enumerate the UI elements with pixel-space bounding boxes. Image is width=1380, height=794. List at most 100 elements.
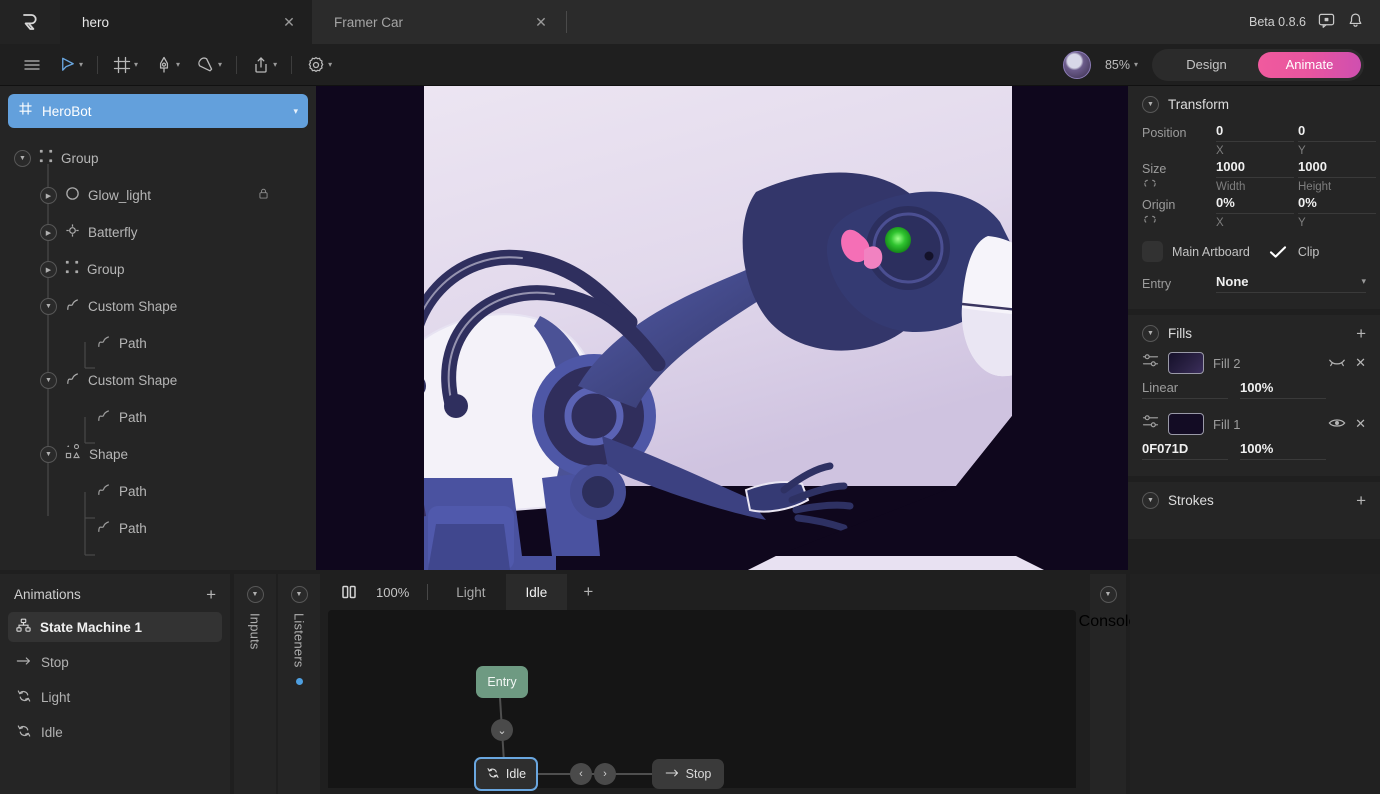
layer-row[interactable]: Path	[0, 510, 316, 547]
zoom-control[interactable]: 85% ▾	[1105, 58, 1138, 72]
width-input[interactable]: 1000	[1216, 159, 1294, 178]
console-rail[interactable]: ▼ Console	[1090, 574, 1126, 794]
chevron-down-icon[interactable]: ▼	[40, 372, 57, 389]
chevron-down-icon[interactable]: ▾	[79, 60, 83, 69]
lock-icon[interactable]	[257, 187, 270, 205]
comment-icon[interactable]	[1318, 12, 1335, 32]
rive-logo[interactable]	[0, 0, 60, 44]
animation-item-state-machine-1[interactable]: State Machine 1	[8, 612, 222, 642]
menu-icon[interactable]	[14, 55, 50, 75]
fills-header[interactable]: ▼ Fills +	[1142, 325, 1366, 342]
animation-item-idle[interactable]: Idle	[8, 717, 222, 747]
pencil-tool-icon[interactable]: ▾	[188, 55, 230, 75]
entry-dropdown[interactable]: None ▾	[1216, 274, 1366, 293]
avatar[interactable]	[1063, 51, 1091, 79]
fill-swatch[interactable]	[1168, 413, 1204, 435]
add-stroke-button[interactable]: +	[1356, 492, 1366, 509]
add-animation-button[interactable]: +	[206, 586, 216, 603]
chevron-down-icon[interactable]: ▾	[218, 60, 222, 69]
remove-fill-icon[interactable]: ✕	[1355, 416, 1366, 432]
clip-checkbox[interactable]	[1268, 241, 1289, 262]
fill-settings-icon[interactable]	[1142, 353, 1159, 373]
chevron-right-icon[interactable]: ▶	[40, 261, 57, 278]
fill-opacity[interactable]: 100%	[1240, 441, 1326, 460]
chevron-down-icon[interactable]: ▼	[247, 586, 264, 603]
fill-opacity[interactable]: 100%	[1240, 380, 1326, 399]
layer-row[interactable]: Path	[0, 399, 316, 436]
chevron-down-icon[interactable]: ▾	[273, 60, 277, 69]
fill-item[interactable]: Fill 2 ✕	[1142, 352, 1366, 374]
transition-knob-entry-idle[interactable]: ⌄	[491, 719, 513, 741]
state-node-idle[interactable]: Idle	[474, 757, 538, 791]
tab-framer-car[interactable]: Framer Car ✕	[312, 0, 564, 44]
close-icon[interactable]: ✕	[280, 13, 298, 31]
chevron-down-icon[interactable]: ▾	[293, 106, 298, 117]
chevron-down-icon[interactable]: ▾	[328, 60, 332, 69]
height-input[interactable]: 1000	[1298, 159, 1376, 178]
tab-design[interactable]: Design	[1155, 52, 1258, 78]
transition-knob-left[interactable]: ‹	[570, 763, 592, 785]
fill-swatch[interactable]	[1168, 352, 1204, 374]
inputs-rail[interactable]: ▼ Inputs	[234, 574, 276, 794]
artboard-tool-icon[interactable]: ▾	[104, 55, 146, 75]
chevron-right-icon[interactable]: ▶	[40, 224, 57, 241]
chevron-down-icon[interactable]: ▼	[1142, 325, 1159, 342]
chevron-down-icon[interactable]: ▼	[40, 298, 57, 315]
add-state-machine-tab[interactable]: +	[567, 582, 609, 602]
fill-item[interactable]: Fill 1 ✕	[1142, 413, 1366, 435]
fill-hex[interactable]: 0F071D	[1142, 441, 1228, 460]
layer-row[interactable]: Path	[0, 473, 316, 510]
close-icon[interactable]: ✕	[532, 13, 550, 31]
position-y-input[interactable]: 0	[1298, 123, 1376, 142]
listeners-rail[interactable]: ▼ Listeners	[278, 574, 320, 794]
position-x-input[interactable]: 0	[1216, 123, 1294, 142]
export-icon[interactable]: ▾	[243, 55, 285, 75]
layer-row[interactable]: ▼ Custom Shape	[0, 288, 316, 325]
state-machine-zoom[interactable]: 100%	[366, 585, 419, 600]
layer-row[interactable]: Path	[0, 325, 316, 362]
add-fill-button[interactable]: +	[1356, 325, 1366, 342]
chevron-down-icon[interactable]: ▾	[1134, 60, 1138, 69]
settings-gear-icon[interactable]: ▾	[298, 55, 340, 75]
remove-fill-icon[interactable]: ✕	[1355, 355, 1366, 371]
layer-row[interactable]: ▼ Shape	[0, 436, 316, 473]
bell-icon[interactable]	[1347, 12, 1364, 32]
transition-knob-right[interactable]: ›	[594, 763, 616, 785]
origin-x-input[interactable]: 0%	[1216, 195, 1294, 214]
state-node-stop[interactable]: Stop	[652, 759, 724, 789]
chevron-down-icon[interactable]: ▾	[176, 60, 180, 69]
origin-y-input[interactable]: 0%	[1298, 195, 1376, 214]
transform-header[interactable]: ▼ Transform	[1142, 96, 1366, 113]
layer-row[interactable]: ▼ Group	[0, 140, 316, 177]
tab-light[interactable]: Light	[436, 574, 505, 610]
pen-tool-icon[interactable]: ▾	[146, 55, 188, 75]
chevron-down-icon[interactable]: ▾	[134, 60, 138, 69]
state-machine-graph[interactable]: ⌄ Entry Idle ‹ ›	[328, 610, 1076, 788]
chevron-right-icon[interactable]: ▶	[40, 187, 57, 204]
chevron-down-icon[interactable]: ▼	[40, 446, 57, 463]
chevron-down-icon[interactable]: ▾	[1361, 276, 1366, 287]
chevron-down-icon[interactable]: ▼	[291, 586, 308, 603]
eye-closed-icon[interactable]	[1328, 356, 1346, 371]
canvas-artboard[interactable]	[316, 86, 1128, 570]
animation-item-stop[interactable]: Stop	[8, 647, 222, 677]
chevron-down-icon[interactable]: ▼	[14, 150, 31, 167]
link-icon[interactable]	[1142, 177, 1216, 193]
main-artboard-checkbox[interactable]	[1142, 241, 1163, 262]
state-node-entry[interactable]: Entry	[476, 666, 528, 698]
layer-row[interactable]: ▶ Batterfly	[0, 214, 316, 251]
layer-row[interactable]: ▶ Group	[0, 251, 316, 288]
strokes-header[interactable]: ▼ Strokes +	[1142, 492, 1366, 509]
layer-row[interactable]: ▶ Glow_light	[0, 177, 316, 214]
chevron-down-icon[interactable]: ▼	[1142, 492, 1159, 509]
fill-type[interactable]: Linear	[1142, 380, 1228, 399]
tab-idle[interactable]: Idle	[506, 574, 568, 610]
tab-animate[interactable]: Animate	[1258, 52, 1361, 78]
fill-settings-icon[interactable]	[1142, 414, 1159, 434]
pause-icon[interactable]	[332, 583, 366, 601]
select-tool-icon[interactable]: ▾	[50, 55, 91, 74]
artboard-selector[interactable]: HeroBot ▾	[8, 94, 308, 128]
chevron-down-icon[interactable]: ▼	[1142, 96, 1159, 113]
chevron-down-icon[interactable]: ▼	[1100, 586, 1117, 603]
animation-item-light[interactable]: Light	[8, 682, 222, 712]
